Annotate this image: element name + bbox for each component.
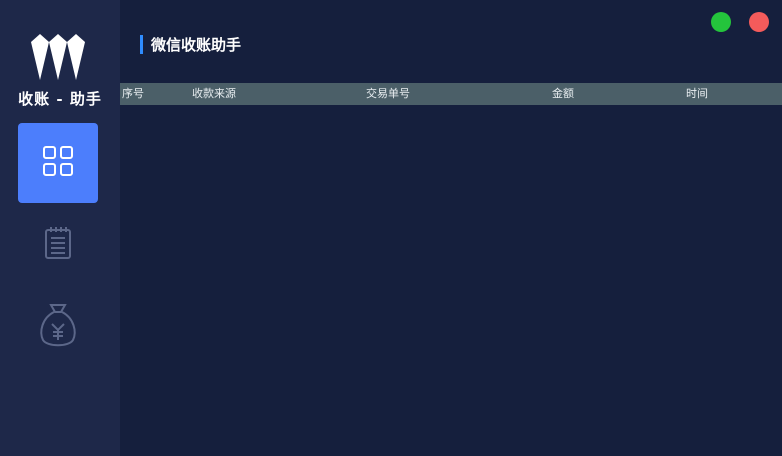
app-window: 收账 - 助手 微信收账助手 序号 收款来源 交易单号 金额 时间 (0, 0, 782, 456)
column-header-amount[interactable]: 金额 (552, 83, 574, 105)
money-bag-icon (38, 302, 78, 352)
sidebar-item-records[interactable] (18, 205, 98, 285)
sidebar-item-money[interactable] (18, 287, 98, 367)
grid-icon (42, 145, 74, 181)
maximize-button[interactable] (711, 12, 731, 32)
sidebar-item-dashboard[interactable] (18, 123, 98, 203)
column-header-time[interactable]: 时间 (686, 83, 708, 105)
sidebar: 收账 - 助手 (0, 0, 120, 456)
logo-icon (29, 34, 87, 82)
brand-name: 收账 - 助手 (18, 90, 102, 108)
page-title-bar: 微信收账助手 (140, 34, 241, 54)
title-accent-bar (140, 34, 143, 54)
column-header-source[interactable]: 收款来源 (192, 83, 236, 105)
main-panel: 微信收账助手 序号 收款来源 交易单号 金额 时间 (120, 0, 782, 456)
notepad-icon (44, 226, 72, 264)
page-title: 微信收账助手 (151, 35, 242, 54)
table-header: 序号 收款来源 交易单号 金额 时间 (120, 83, 782, 105)
column-header-seq[interactable]: 序号 (122, 83, 144, 105)
column-header-order-no[interactable]: 交易单号 (366, 83, 410, 105)
close-button[interactable] (749, 12, 769, 32)
